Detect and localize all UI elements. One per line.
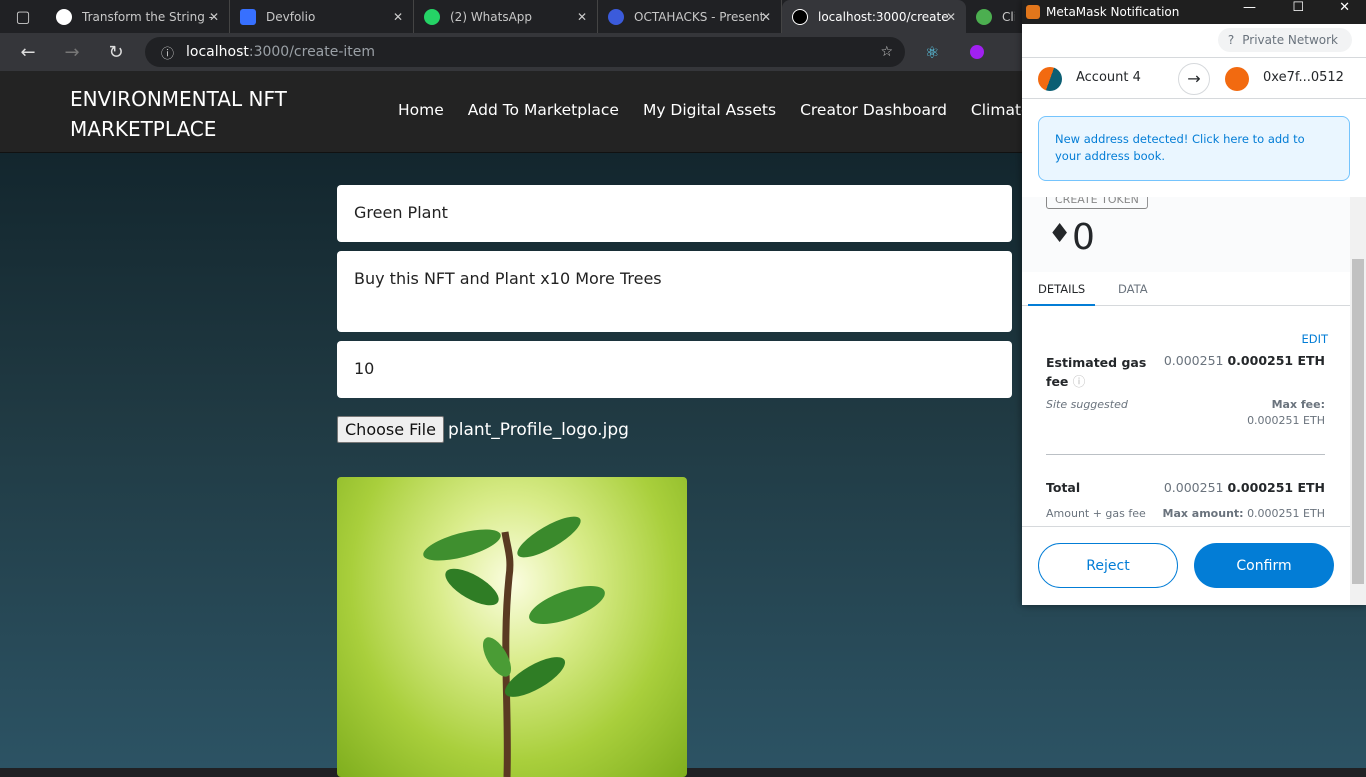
gas-fee-label: Estimated gas fee xyxy=(1046,355,1147,389)
max-fee-value: 0.000251 ETH xyxy=(1247,414,1325,427)
nav-home[interactable]: Home xyxy=(398,101,444,119)
amount-section: CREATE TOKEN ♦ 0 xyxy=(1022,197,1350,272)
window-title: MetaMask Notification xyxy=(1046,5,1180,19)
tab-title: (2) WhatsApp xyxy=(450,9,533,24)
tab-4[interactable]: localhost:3000/create- ✕ xyxy=(782,0,966,33)
tab-3[interactable]: OCTAHACKS - Present ✕ xyxy=(598,0,782,33)
close-icon[interactable]: ✕ xyxy=(209,10,219,24)
tab-title: Cli xyxy=(1002,9,1015,24)
whatsapp-icon xyxy=(424,8,440,25)
nextjs-icon xyxy=(792,8,808,25)
account-transfer-row: Account 4 → 0xe7f...0512 xyxy=(1022,57,1366,99)
question-icon: ? xyxy=(1227,33,1235,47)
globe-icon xyxy=(976,8,992,25)
asset-name-input[interactable]: Green Plant xyxy=(337,185,1012,242)
gas-fee-fiat: 0.000251 xyxy=(1163,353,1224,368)
reload-icon[interactable]: ↻ xyxy=(94,42,138,63)
tab-title: localhost:3000/create- xyxy=(818,9,948,24)
tab-data[interactable]: DATA xyxy=(1118,282,1148,296)
minimize-icon[interactable]: — xyxy=(1243,0,1256,15)
site-suggested: Site suggested xyxy=(1046,398,1128,411)
metamask-titlebar: MetaMask Notification — ☐ ✕ xyxy=(1022,0,1366,24)
network-indicator[interactable]: ? Private Network xyxy=(1217,28,1352,52)
nav-creator-dashboard[interactable]: Creator Dashboard xyxy=(800,101,947,119)
divider xyxy=(1046,454,1325,455)
total-fiat: 0.000251 xyxy=(1163,480,1224,495)
forward-icon[interactable]: → xyxy=(50,42,94,63)
close-icon[interactable]: ✕ xyxy=(946,10,956,24)
max-amount-label: Max amount: xyxy=(1162,507,1244,520)
details-tabs: DETAILS DATA xyxy=(1022,272,1350,306)
main-nav: Home Add To Marketplace My Digital Asset… xyxy=(398,101,1031,119)
scrollbar-thumb[interactable] xyxy=(1352,259,1364,584)
close-icon[interactable]: ✕ xyxy=(393,10,403,24)
google-icon xyxy=(56,8,72,25)
tx-amount: 0 xyxy=(1072,217,1095,258)
nft-preview-image xyxy=(337,477,687,777)
choose-file-button[interactable]: Choose File xyxy=(337,416,444,443)
close-icon[interactable]: ✕ xyxy=(577,10,587,24)
close-window-icon[interactable]: ✕ xyxy=(1339,0,1350,15)
metamask-popup: MetaMask Notification — ☐ ✕ ? Private Net… xyxy=(1022,0,1366,605)
scrollbar[interactable] xyxy=(1350,197,1366,605)
info-icon: ⓘ xyxy=(161,46,175,62)
total-eth: 0.000251 ETH xyxy=(1227,480,1325,495)
tab-title: Transform the String - xyxy=(82,9,212,24)
eth-icon: ♦ xyxy=(1048,219,1072,249)
address-bar[interactable]: ⓘ localhost:3000/create-item ☆ xyxy=(145,37,905,67)
bookmark-star-icon[interactable]: ☆ xyxy=(880,44,893,60)
tab-actions-icon[interactable]: ▢ xyxy=(0,7,46,26)
back-icon[interactable]: ← xyxy=(6,42,50,63)
total-label: Total xyxy=(1046,480,1081,495)
edit-gas-button[interactable]: EDIT xyxy=(1301,332,1328,346)
devfolio-icon xyxy=(240,8,256,25)
brand-title[interactable]: ENVIRONMENTAL NFT MARKETPLACE xyxy=(70,84,330,144)
arrow-right-icon: → xyxy=(1178,63,1210,95)
account-avatar xyxy=(1038,67,1062,91)
octahacks-icon xyxy=(608,8,624,25)
tab-details[interactable]: DETAILS xyxy=(1028,272,1096,306)
url-host: localhost xyxy=(186,44,249,60)
network-name: Private Network xyxy=(1242,33,1338,47)
tab-5[interactable]: Cli xyxy=(966,0,1026,33)
to-address[interactable]: 0xe7f...0512 xyxy=(1263,70,1344,85)
file-name: plant_Profile_logo.jpg xyxy=(447,419,629,440)
max-amount-value: 0.000251 ETH xyxy=(1247,507,1325,520)
nav-add-to-marketplace[interactable]: Add To Marketplace xyxy=(468,101,619,119)
tab-2[interactable]: (2) WhatsApp ✕ xyxy=(414,0,598,33)
metamask-fox-icon xyxy=(1026,5,1040,19)
maximize-icon[interactable]: ☐ xyxy=(1292,0,1304,15)
info-icon[interactable]: ⓘ xyxy=(1073,374,1086,389)
max-fee-label: Max fee: xyxy=(1271,398,1325,411)
tab-1[interactable]: Devfolio ✕ xyxy=(230,0,414,33)
gas-fee-eth: 0.000251 ETH xyxy=(1227,353,1325,368)
confirm-button[interactable]: Confirm xyxy=(1194,543,1334,588)
tab-title: Devfolio xyxy=(266,9,316,24)
from-account[interactable]: Account 4 xyxy=(1076,70,1141,85)
tab-title: OCTAHACKS - Present xyxy=(634,9,764,24)
extension-icon[interactable] xyxy=(970,45,984,59)
create-token-button[interactable]: CREATE TOKEN xyxy=(1046,197,1148,209)
asset-description-textarea[interactable]: Buy this NFT and Plant x10 More Trees xyxy=(337,251,1012,332)
asset-price-input[interactable]: 10 xyxy=(337,341,1012,398)
amount-gas-label: Amount + gas fee xyxy=(1046,507,1146,520)
react-devtools-icon[interactable]: ⚛ xyxy=(925,43,939,62)
close-icon[interactable]: ✕ xyxy=(761,10,771,24)
divider xyxy=(1022,526,1350,527)
file-input: Choose File plant_Profile_logo.jpg xyxy=(337,416,629,443)
url-path: :3000/create-item xyxy=(248,44,376,60)
nav-my-digital-assets[interactable]: My Digital Assets xyxy=(643,101,776,119)
recipient-avatar xyxy=(1225,67,1249,91)
new-address-notice[interactable]: New address detected! Click here to add … xyxy=(1038,116,1350,181)
tab-0[interactable]: Transform the String - ✕ xyxy=(46,0,230,33)
reject-button[interactable]: Reject xyxy=(1038,543,1178,588)
